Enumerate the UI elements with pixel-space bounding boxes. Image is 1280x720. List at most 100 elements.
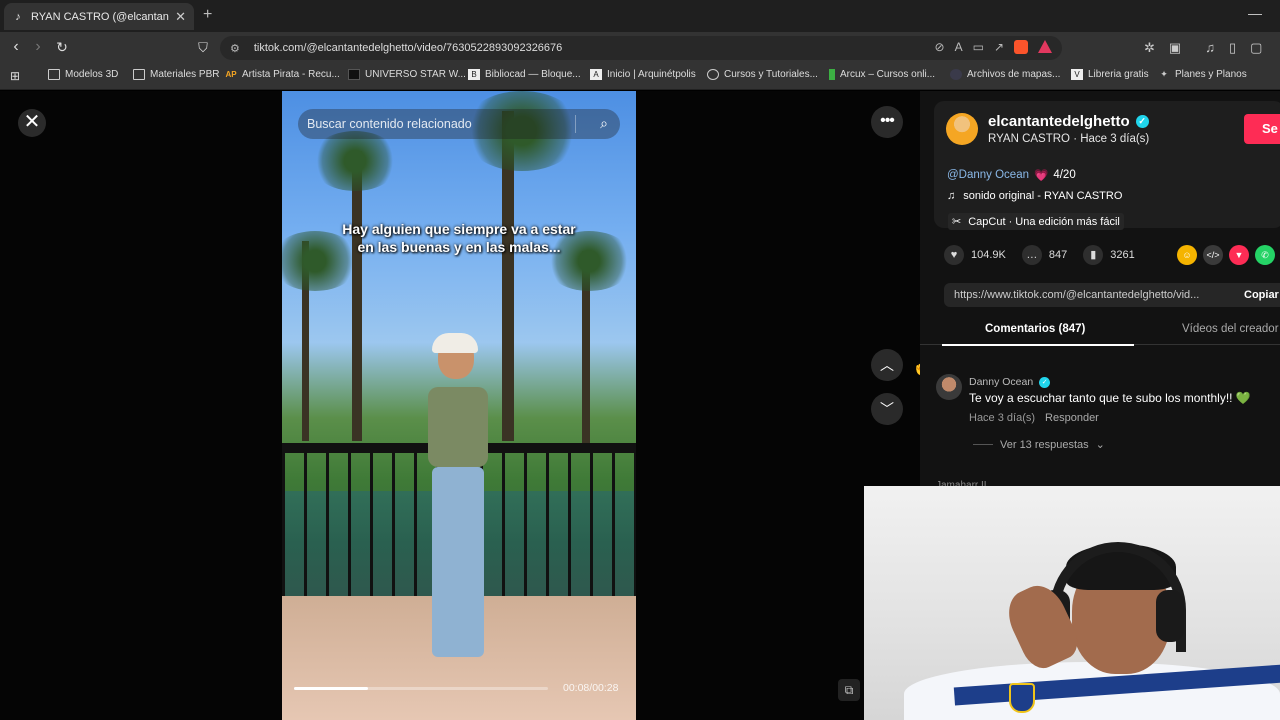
screenshot-icon[interactable]: ▣ <box>1169 40 1181 56</box>
wallet-icon[interactable]: ▢ <box>1250 40 1262 56</box>
tiktok-icon: ♪ <box>15 10 21 23</box>
arcux-icon <box>829 69 835 80</box>
media-icon[interactable]: ♫ <box>1205 40 1215 56</box>
bookmark-item[interactable]: AP Artista Pirata - Recu... <box>225 69 339 80</box>
bookmark-item[interactable]: UNIVERSO STAR W... <box>348 69 466 80</box>
capcut-link[interactable]: ✂ CapCut · Una edición más fácil <box>948 213 1124 230</box>
back-icon[interactable]: ‹ <box>6 38 26 56</box>
view-replies-button[interactable]: Ver 13 respuestas ⌄ <box>973 438 1105 451</box>
related-search-input[interactable]: Buscar contenido relacionado ⌕ <box>298 109 620 139</box>
webcam-club-badge <box>1009 683 1035 713</box>
more-options-icon[interactable]: ••• <box>871 106 903 138</box>
creator-subtitle: RYAN CASTRO · Hace 3 día(s) <box>988 133 1150 145</box>
heart-icon: ♥ <box>944 245 964 265</box>
video-link-field[interactable]: https://www.tiktok.com/@elcantantedelghe… <box>944 283 1280 307</box>
bookmark-item[interactable]: Modelos 3D <box>48 69 118 80</box>
webcam-overlay <box>864 486 1280 720</box>
star-wars-icon <box>348 69 360 80</box>
bookmark-item[interactable]: B Bibliocad — Bloque... <box>468 69 581 80</box>
verified-icon: ✓ <box>1039 376 1051 388</box>
share-icon[interactable]: ↗ <box>994 40 1004 54</box>
progress-fill <box>294 687 368 690</box>
map-icon <box>950 69 962 80</box>
friends-share-icon[interactable]: ☺ <box>1177 245 1197 265</box>
chevron-down-icon[interactable]: ﹀ <box>871 393 903 425</box>
scenery <box>310 131 400 191</box>
apps-grid-icon[interactable]: ⊞ <box>10 69 20 83</box>
minimize-icon[interactable]: — <box>1248 5 1262 21</box>
verified-icon: ✓ <box>1135 115 1149 128</box>
bookmark-item[interactable]: Archivos de mapas... <box>950 69 1060 80</box>
bookmark-item[interactable]: V Libreria gratis <box>1071 69 1149 80</box>
bookmark-item[interactable]: ✦ Planes y Planos <box>1158 69 1247 80</box>
search-divider <box>575 115 576 133</box>
chevron-up-icon[interactable]: ︿ <box>871 349 903 381</box>
bookmark-item[interactable]: A Inicio | Arquinétpolis <box>590 69 696 80</box>
bookmark-save-icon: ▮ <box>1083 245 1104 265</box>
no-track-icon[interactable]: ⊘ <box>935 40 945 54</box>
ap-icon: AP <box>225 70 237 79</box>
translate-icon[interactable]: A <box>955 40 963 54</box>
bookmarks-bar: ⊞ Modelos 3D Materiales PBR AP Artista Pi… <box>0 64 1280 90</box>
close-icon[interactable]: ✕ <box>18 109 46 137</box>
heart-emoji-icon: 💗 <box>1034 170 1049 182</box>
share-icons: ☺ </> ▼ ✆ <box>1177 245 1275 265</box>
browser-toolbar: ‹ › ↻ ⛉ ⚙ tiktok.com/@elcantantedelghett… <box>0 32 1280 64</box>
brave-shield-icon[interactable] <box>1014 40 1028 54</box>
floating-player-icon[interactable]: ⧉ <box>838 679 860 701</box>
arquinetpolis-icon: A <box>590 69 602 80</box>
send-icon[interactable]: ▼ <box>1229 245 1249 265</box>
headset-earcup <box>1156 590 1184 642</box>
whatsapp-icon[interactable]: ✆ <box>1255 245 1275 265</box>
brave-rewards-icon[interactable] <box>1038 40 1052 53</box>
comment-author[interactable]: Danny Ocean ✓ <box>969 376 1051 388</box>
cast-icon[interactable]: ▭ <box>973 40 984 54</box>
browser-tab[interactable]: ♪ RYAN CASTRO (@elcantantedelg ✕ <box>4 3 194 30</box>
video-progress-bar[interactable] <box>294 687 548 690</box>
sound-link[interactable]: ♫ sonido original - RYAN CASTRO <box>947 190 1122 202</box>
tab-close-icon[interactable]: ✕ <box>175 9 186 25</box>
planes-icon: ✦ <box>1160 69 1168 79</box>
reload-icon[interactable]: ↻ <box>52 39 72 56</box>
video-time: 00:08/00:28 <box>563 682 619 694</box>
mention-link[interactable]: @Danny Ocean <box>947 169 1029 181</box>
tab-creator-videos[interactable]: Vídeos del creador <box>1182 323 1279 335</box>
creator-info-box: elcantantedelghetto ✓ RYAN CASTRO · Hace… <box>934 101 1280 230</box>
follow-button[interactable]: Se <box>1244 114 1280 144</box>
bookmark-item[interactable]: Materiales PBR <box>133 69 219 80</box>
comment-button[interactable]: … 847 <box>1021 245 1067 265</box>
comment-time: Hace 3 día(s) <box>969 412 1036 424</box>
globe-icon <box>707 69 719 80</box>
creator-username[interactable]: elcantantedelghetto ✓ <box>988 113 1149 130</box>
folder-icon <box>133 69 145 80</box>
site-settings-icon[interactable]: ⚙ <box>230 42 240 55</box>
tab-active-indicator <box>942 344 1134 346</box>
bookmark-item[interactable]: Cursos y Tutoriales... <box>707 69 818 80</box>
new-tab-icon[interactable]: + <box>203 6 212 24</box>
embed-icon[interactable]: </> <box>1203 245 1223 265</box>
extensions-icon[interactable]: ✲ <box>1144 40 1155 56</box>
bookmark-item[interactable]: Arcux – Cursos onli... <box>829 69 935 80</box>
capcut-icon: ✂ <box>952 216 962 228</box>
date-tag: 4/20 <box>1053 169 1076 181</box>
bookmark-icon[interactable]: ⛉ <box>193 40 213 56</box>
person-cap <box>432 333 478 353</box>
tab-comments[interactable]: Comentarios (847) <box>985 323 1085 335</box>
video-player[interactable]: Buscar contenido relacionado ⌕ Hay algui… <box>282 91 636 720</box>
tab-title: RYAN CASTRO (@elcantantedelg <box>31 10 169 23</box>
reply-button[interactable]: Responder <box>1045 412 1099 424</box>
forward-icon[interactable]: › <box>28 38 48 56</box>
comment-avatar[interactable] <box>936 374 962 400</box>
person-figure <box>422 333 494 667</box>
address-bar[interactable]: ⚙ tiktok.com/@elcantantedelghetto/video/… <box>220 36 1062 60</box>
video-caption: Hay alguien que siempre va a estar en la… <box>342 221 576 255</box>
like-button[interactable]: ♥ 104.9K <box>944 245 1006 265</box>
avatar[interactable] <box>946 113 978 145</box>
engagement-stats: ♥ 104.9K … 847 ▮ 3261 <box>944 245 1135 265</box>
libreria-icon: V <box>1071 69 1083 80</box>
bibliocad-icon: B <box>468 69 480 80</box>
copy-link-button[interactable]: Copiar e <box>1234 283 1280 307</box>
sidebar-icon[interactable]: ▯ <box>1229 40 1236 56</box>
search-icon[interactable]: ⌕ <box>600 115 608 132</box>
save-button[interactable]: ▮ 3261 <box>1083 245 1135 265</box>
